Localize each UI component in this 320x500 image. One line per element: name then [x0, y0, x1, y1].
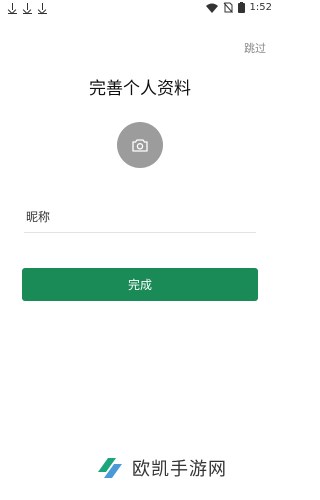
- battery-icon: [237, 2, 245, 13]
- watermark-logo-icon: [98, 458, 122, 478]
- nickname-field-row: 昵称: [24, 200, 256, 233]
- watermark: 欧凯手游网: [94, 448, 264, 488]
- status-bar: 1:52: [0, 0, 280, 18]
- wifi-icon: [205, 3, 218, 13]
- download-notifications: [8, 3, 47, 14]
- download-icon: [23, 3, 32, 14]
- skip-button[interactable]: 跳过: [244, 40, 266, 56]
- avatar-upload-button[interactable]: [117, 122, 163, 168]
- status-time: 1:52: [249, 2, 272, 13]
- download-icon: [38, 3, 47, 14]
- status-indicators: 1:52: [205, 2, 272, 13]
- watermark-text: 欧凯手游网: [132, 459, 227, 480]
- camera-icon: [132, 138, 148, 152]
- page-title: 完善个人资料: [89, 79, 191, 99]
- done-button[interactable]: 完成: [22, 268, 258, 301]
- download-icon: [8, 3, 17, 14]
- no-sim-icon: [223, 2, 233, 13]
- nickname-label: 昵称: [26, 210, 51, 224]
- nickname-input[interactable]: [74, 204, 256, 230]
